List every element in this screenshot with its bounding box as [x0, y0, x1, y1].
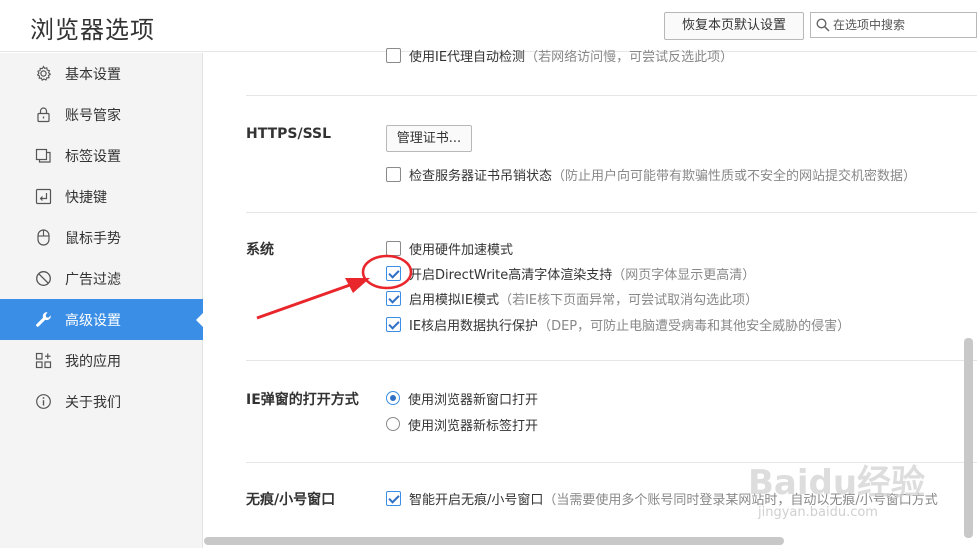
option-description: （若IE核下页面异常，可尝试取消勾选此项） — [499, 292, 759, 308]
sidebar-item-shortcuts[interactable]: 快捷键 — [0, 176, 203, 217]
sidebar-item-label: 标签设置 — [65, 149, 121, 165]
option-label: 使用浏览器新窗口打开 — [408, 392, 539, 408]
ie-emulation-checkbox[interactable] — [386, 290, 401, 306]
section-title-incognito: 无痕/小号窗口 — [246, 492, 336, 508]
directwrite-checkbox[interactable] — [386, 265, 401, 281]
gear-icon — [36, 65, 52, 82]
option-label: 使用硬件加速模式 — [409, 242, 514, 258]
sidebar-item-label: 基本设置 — [65, 67, 121, 83]
search-input[interactable] — [833, 16, 973, 34]
sidebar-item-label: 广告过滤 — [65, 272, 121, 288]
option-label: IE核启用数据执行保护 — [409, 318, 539, 334]
sidebar-item-label: 关于我们 — [65, 395, 121, 411]
wrench-icon — [36, 312, 51, 327]
watermark: Baidu经验 jingyan.baidu.com — [748, 455, 973, 540]
reset-defaults-button[interactable]: 恢复本页默认设置 — [664, 12, 804, 40]
info-icon — [36, 394, 51, 409]
sidebar-item-my-apps[interactable]: 我的应用 — [0, 340, 203, 381]
divider — [246, 212, 977, 213]
sidebar-item-label: 账号管家 — [65, 108, 121, 124]
option-description: （DEP，可防止电脑遭受病毒和其他安全威胁的侵害） — [538, 318, 851, 334]
option-label: 开启DirectWrite高清字体渲染支持 — [409, 267, 613, 283]
divider — [246, 95, 977, 96]
hardware-acceleration-option[interactable]: 使用硬件加速模式 — [386, 238, 513, 258]
option-description: （若网络访问慢，可尝试反选此项） — [525, 49, 734, 65]
divider — [246, 360, 977, 361]
sidebar-item-ad-filter[interactable]: 广告过滤 — [0, 258, 203, 299]
popup-new-tab-radio[interactable] — [386, 417, 400, 431]
popup-new-window-radio[interactable] — [386, 391, 400, 405]
sidebar-item-advanced[interactable]: 高级设置 — [0, 299, 204, 340]
ie-emulation-option[interactable]: 启用模拟IE模式 （若IE核下页面异常，可尝试取消勾选此项） — [386, 288, 758, 308]
mouse-icon — [37, 229, 50, 246]
option-label: 使用IE代理自动检测 — [409, 49, 526, 65]
keyboard-icon — [35, 188, 52, 205]
sidebar-item-label: 高级设置 — [65, 313, 121, 329]
sidebar-item-label: 鼠标手势 — [65, 231, 121, 247]
option-label: 检查服务器证书吊销状态 — [409, 168, 553, 184]
page-title: 浏览器选项 — [30, 16, 155, 44]
sidebar-item-account[interactable]: 账号管家 — [0, 94, 203, 135]
popup-new-window-option[interactable]: 使用浏览器新窗口打开 — [386, 388, 538, 408]
option-label: 智能开启无痕/小号窗口 — [409, 492, 544, 508]
directwrite-option[interactable]: 开启DirectWrite高清字体渲染支持 （网页字体显示更高清） — [386, 263, 755, 283]
cert-revocation-option[interactable]: 检查服务器证书吊销状态 （防止用户向可能带有欺骗性质或不安全的网站提交机密数据） — [386, 164, 916, 184]
dep-checkbox[interactable] — [386, 316, 401, 332]
section-title-https: HTTPS/SSL — [246, 126, 332, 142]
lock-icon — [37, 107, 50, 123]
sidebar-item-mouse-gestures[interactable]: 鼠标手势 — [0, 217, 203, 258]
ie-proxy-checkbox[interactable] — [386, 47, 401, 63]
section-title-system: 系统 — [246, 242, 274, 258]
option-description: （网页字体显示更高清） — [612, 267, 756, 283]
search-icon — [816, 18, 830, 32]
horizontal-scrollbar[interactable] — [204, 537, 784, 545]
option-label: 启用模拟IE模式 — [409, 292, 500, 308]
smart-incognito-checkbox[interactable] — [386, 490, 401, 506]
watermark-logo-text: Baidu经验 — [748, 463, 926, 503]
search-box[interactable] — [810, 12, 977, 38]
popup-new-tab-option[interactable]: 使用浏览器新标签打开 — [386, 414, 538, 434]
dep-option[interactable]: IE核启用数据执行保护 （DEP，可防止电脑遭受病毒和其他安全威胁的侵害） — [386, 314, 850, 334]
cert-revocation-checkbox[interactable] — [386, 166, 401, 182]
sidebar: 基本设置 账号管家 标签设置 快捷键 鼠标手势 广告过滤 高级设置 我的应用 关… — [0, 53, 204, 548]
apps-icon — [35, 352, 52, 369]
sidebar-item-basic[interactable]: 基本设置 — [0, 53, 203, 94]
ie-proxy-option[interactable]: 使用IE代理自动检测 （若网络访问慢，可尝试反选此项） — [386, 45, 733, 65]
manage-certificates-button[interactable]: 管理证书... — [386, 125, 472, 152]
option-description: （防止用户向可能带有欺骗性质或不安全的网站提交机密数据） — [552, 168, 917, 184]
section-title-ie-popup: IE弹窗的打开方式 — [246, 392, 359, 408]
watermark-url: jingyan.baidu.com — [758, 505, 878, 520]
option-label: 使用浏览器新标签打开 — [408, 418, 539, 434]
hardware-acceleration-checkbox[interactable] — [386, 240, 401, 256]
sidebar-item-tabs[interactable]: 标签设置 — [0, 135, 203, 176]
block-icon — [36, 271, 51, 286]
sidebar-item-label: 快捷键 — [65, 190, 107, 206]
sidebar-item-label: 我的应用 — [65, 354, 121, 370]
sidebar-item-about[interactable]: 关于我们 — [0, 381, 203, 422]
tabs-icon — [35, 148, 51, 163]
